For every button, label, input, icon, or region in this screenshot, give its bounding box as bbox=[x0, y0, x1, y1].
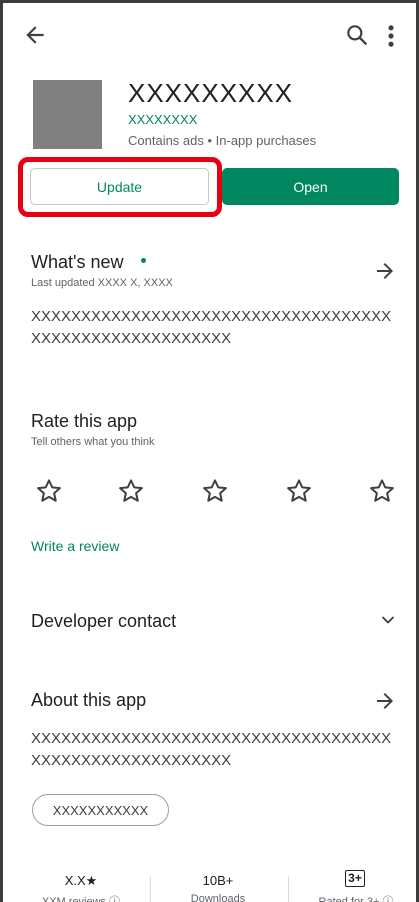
open-button[interactable]: Open bbox=[222, 168, 399, 205]
search-icon[interactable] bbox=[344, 22, 370, 48]
content-rating-value: 3+ bbox=[345, 870, 365, 887]
new-indicator-dot bbox=[141, 258, 146, 263]
about-body: XXXXXXXXXXXXXXXXXXXXXXXXXXXXXXXXXXXXXXXX… bbox=[31, 730, 392, 769]
rating-value: X.X★ bbox=[64, 873, 98, 888]
developer-link[interactable]: XXXXXXXX bbox=[128, 112, 197, 127]
star-3-icon[interactable] bbox=[200, 476, 230, 506]
star-2-icon[interactable] bbox=[116, 476, 146, 506]
star-1-icon[interactable] bbox=[34, 476, 64, 506]
downloads-label: Downloads bbox=[190, 893, 246, 902]
whats-new-body: XXXXXXXXXXXXXXXXXXXXXXXXXXXXXXXXXXXXXXXX… bbox=[31, 308, 392, 347]
category-chip[interactable]: XXXXXXXXXXX bbox=[32, 794, 169, 826]
update-button[interactable]: Update bbox=[30, 168, 209, 205]
rating-label: XXM reviews ⓘ bbox=[41, 896, 121, 902]
stats-divider bbox=[150, 876, 151, 902]
rate-subtitle: Tell others what you think bbox=[31, 436, 155, 448]
write-review-link[interactable]: Write a review bbox=[31, 538, 119, 554]
downloads-value: 10B+ bbox=[202, 873, 234, 888]
whats-new-arrow-icon[interactable] bbox=[373, 259, 397, 283]
stats-divider bbox=[288, 876, 289, 902]
app-icon bbox=[33, 80, 102, 149]
top-app-bar bbox=[0, 0, 419, 72]
last-updated: Last updated XXXX X, XXXX bbox=[31, 277, 173, 289]
star-4-icon[interactable] bbox=[284, 476, 314, 506]
star-5-icon[interactable] bbox=[367, 476, 397, 506]
about-arrow-icon[interactable] bbox=[373, 689, 397, 713]
app-meta: Contains ads • In-app purchases bbox=[128, 133, 317, 148]
app-title: XXXXXXXXX bbox=[128, 78, 294, 108]
chevron-down-icon[interactable] bbox=[378, 610, 398, 630]
back-arrow-icon[interactable] bbox=[22, 22, 48, 48]
about-title[interactable]: About this app bbox=[31, 690, 146, 711]
content-rating-label: Rated for 3+ ⓘ bbox=[318, 896, 394, 902]
more-vert-icon[interactable] bbox=[384, 22, 398, 50]
developer-contact-title[interactable]: Developer contact bbox=[31, 611, 176, 632]
rate-title: Rate this app bbox=[31, 411, 138, 431]
content-rating-badge: 3+ bbox=[325, 870, 385, 887]
whats-new-title[interactable]: What's new bbox=[31, 252, 123, 273]
